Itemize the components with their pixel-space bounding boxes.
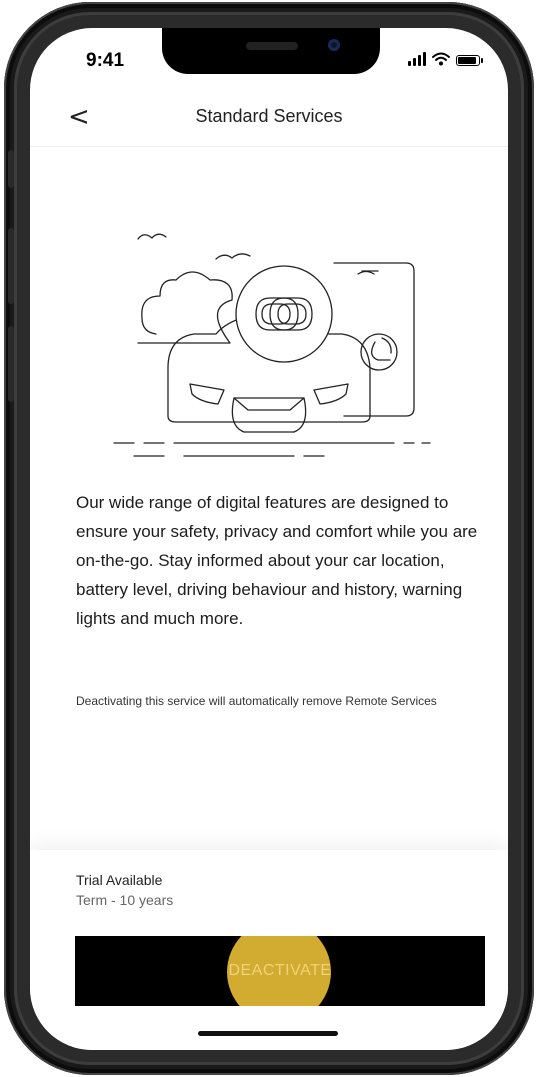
front-camera	[328, 39, 340, 51]
term-length: Term - 10 years	[76, 892, 174, 908]
service-description: Our wide range of digital features are d…	[76, 493, 478, 628]
signal-icon	[408, 52, 426, 66]
notch	[162, 28, 380, 74]
mute-switch	[8, 150, 14, 188]
status-time: 9:41	[86, 50, 125, 71]
deactivation-note: Deactivating this service will automatic…	[76, 694, 437, 708]
trial-status: Trial Available	[76, 872, 163, 888]
wifi-icon	[432, 52, 450, 66]
car-connected-phone-illustration	[113, 233, 431, 457]
volume-down-button	[8, 326, 14, 402]
subscription-panel: Trial Available Term - 10 years DEACTIVA…	[30, 850, 508, 1050]
deactivate-label: DEACTIVATE	[228, 962, 332, 979]
home-indicator[interactable]	[198, 1031, 338, 1036]
app-screen: 9:41 < Standard Services Our wide range …	[30, 28, 508, 1050]
page-title: Standard Services	[195, 106, 343, 126]
speaker-grille	[246, 42, 298, 50]
nav-header: < Standard Services	[30, 94, 508, 147]
deactivate-button[interactable]: DEACTIVATE	[75, 936, 485, 1006]
volume-up-button	[8, 228, 14, 304]
battery-icon	[456, 55, 483, 66]
status-icons	[408, 52, 483, 66]
